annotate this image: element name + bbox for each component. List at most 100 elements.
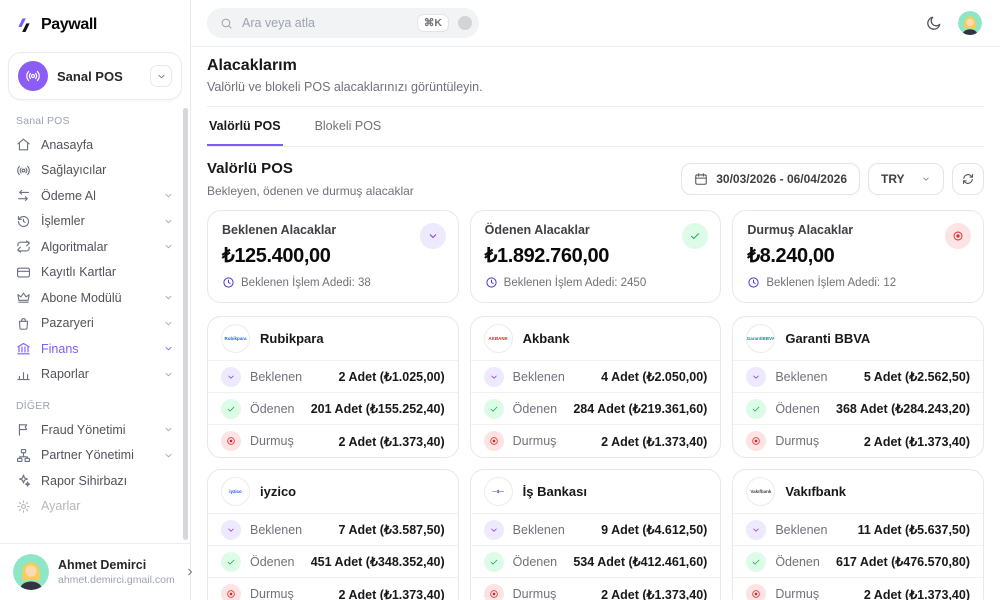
bank-row-ödenen: Ödenen 534 Adet (₺412.461,60) xyxy=(471,546,721,578)
bank-row-beklenen: Beklenen 4 Adet (₺2.050,00) xyxy=(471,361,721,393)
paywall-logo-icon xyxy=(14,15,34,35)
bank-row-durmuş: Durmuş 2 Adet (₺1.373,40) xyxy=(733,578,983,600)
bank-row-durmuş: Durmuş 2 Adet (₺1.373,40) xyxy=(733,425,983,457)
section-title: Valörlü POS xyxy=(207,160,414,177)
sidebar-item-kayıtlı-kartlar[interactable]: Kayıtlı Kartlar xyxy=(0,260,190,286)
row-value: 201 Adet (₺155.252,40) xyxy=(311,401,445,416)
check-icon xyxy=(484,552,504,572)
sidebar-section-label: Sanal POS xyxy=(0,102,190,132)
record-icon xyxy=(221,584,241,600)
repeat-icon xyxy=(16,239,31,254)
bank-name: Rubikpara xyxy=(260,331,324,346)
summary-card-durmuş-alacaklar: Durmuş Alacaklar ₺8.240,00 Beklenen İşle… xyxy=(732,210,984,303)
sidebar-item-label: Algoritmalar xyxy=(41,240,108,254)
chevron-down-icon xyxy=(163,216,174,227)
bank-logo: GarantiBBVA xyxy=(746,324,775,353)
chevron-down-icon xyxy=(420,223,446,249)
row-label: Ödenen xyxy=(775,402,819,416)
record-icon xyxy=(746,584,766,600)
bank-card-rubikpara: Rubikpara Rubikpara Beklenen 2 Adet (₺1.… xyxy=(207,316,459,458)
crown-icon xyxy=(16,290,31,305)
sidebar-item-ayarlar[interactable]: Ayarlar xyxy=(0,494,190,520)
sidebar-item-label: Abone Modülü xyxy=(41,291,122,305)
chevron-down-icon xyxy=(163,292,174,303)
bank-name: iyzico xyxy=(260,484,296,499)
record-icon xyxy=(221,431,241,451)
workspace-selector[interactable]: Sanal POS xyxy=(8,52,182,100)
summary-amount: ₺8.240,00 xyxy=(747,243,969,268)
row-value: 534 Adet (₺412.461,60) xyxy=(573,554,707,569)
bank-card-iyzico: iyzico iyzico Beklenen 7 Adet (₺3.587,50… xyxy=(207,469,459,600)
currency-select[interactable]: TRY xyxy=(868,163,944,195)
row-label: Beklenen xyxy=(250,523,302,537)
row-label: Ödenen xyxy=(250,402,294,416)
chevron-down-icon xyxy=(163,241,174,252)
sidebar-item-finans[interactable]: Finans xyxy=(0,336,190,362)
bank-row-ödenen: Ödenen 368 Adet (₺284.243,20) xyxy=(733,393,983,425)
sidebar-section-label: DİĞER xyxy=(0,387,190,417)
search-icon xyxy=(220,17,233,30)
chevron-right-icon xyxy=(184,566,196,578)
check-icon xyxy=(221,552,241,572)
sidebar-item-abone-modülü[interactable]: Abone Modülü xyxy=(0,285,190,311)
tab-valörlü-pos[interactable]: Valörlü POS xyxy=(207,107,283,146)
sparkles-icon xyxy=(16,473,31,488)
row-label: Durmuş xyxy=(775,587,819,600)
chevron-down-icon xyxy=(746,367,766,387)
bank-row-beklenen: Beklenen 5 Adet (₺2.562,50) xyxy=(733,361,983,393)
row-label: Ödenen xyxy=(250,555,294,569)
bank-card-garanti-bbva: GarantiBBVA Garanti BBVA Beklenen 5 Adet… xyxy=(732,316,984,458)
row-label: Ödenen xyxy=(513,555,557,569)
dark-mode-toggle[interactable] xyxy=(925,15,942,32)
summary-card-beklenen-alacaklar: Beklenen Alacaklar ₺125.400,00 Beklenen … xyxy=(207,210,459,303)
bank-logo: AKBANK xyxy=(484,324,513,353)
sidebar-item-sağlayıcılar[interactable]: Sağlayıcılar xyxy=(0,158,190,184)
chevron-down-icon[interactable] xyxy=(150,65,172,87)
topbar-avatar[interactable] xyxy=(958,11,982,35)
bank-logo: Rubikpara xyxy=(221,324,250,353)
row-label: Durmuş xyxy=(250,587,294,600)
check-icon xyxy=(746,552,766,572)
sidebar-item-i̇şlemler[interactable]: İşlemler xyxy=(0,209,190,235)
summary-label: Durmuş Alacaklar xyxy=(747,223,969,237)
summary-label: Beklenen Alacaklar xyxy=(222,223,444,237)
bank-row-beklenen: Beklenen 2 Adet (₺1.025,00) xyxy=(208,361,458,393)
refresh-button[interactable] xyxy=(952,163,984,195)
row-label: Ödenen xyxy=(513,402,557,416)
sidebar-item-ödeme-al[interactable]: Ödeme Al xyxy=(0,183,190,209)
summary-meta: Beklenen İşlem Adedi: 2450 xyxy=(504,277,647,289)
chevron-down-icon xyxy=(163,343,174,354)
bank-row-durmuş: Durmuş 2 Adet (₺1.373,40) xyxy=(208,578,458,600)
row-value: 2 Adet (₺1.373,40) xyxy=(864,587,970,600)
page-subtitle: Valörlü ve blokeli POS alacaklarınızı gö… xyxy=(207,80,984,94)
sidebar-item-raporlar[interactable]: Raporlar xyxy=(0,362,190,388)
calendar-icon xyxy=(694,172,708,186)
row-value: 2 Adet (₺1.373,40) xyxy=(864,434,970,449)
user-card[interactable]: Ahmet Demirci ahmet.demirci.gmail.com xyxy=(0,543,190,600)
sidebar-item-partner-yönetimi[interactable]: Partner Yönetimi xyxy=(0,443,190,469)
page-title: Alacaklarım xyxy=(207,57,984,75)
transfer-icon xyxy=(16,188,31,203)
sidebar-item-label: Raporlar xyxy=(41,367,89,381)
main-area: Ara veya atla ⌘K Alacaklarım xyxy=(191,0,1000,600)
tab-blokeli-pos[interactable]: Blokeli POS xyxy=(313,107,384,146)
row-value: 7 Adet (₺3.587,50) xyxy=(339,522,445,537)
shortcut-badge: ⌘K xyxy=(417,14,449,32)
bank-card-vakıfbank: Vakıfbank Vakıfbank Beklenen 11 Adet (₺5… xyxy=(732,469,984,600)
bag-icon xyxy=(16,316,31,331)
sidebar-scrollbar[interactable] xyxy=(183,108,188,540)
row-label: Beklenen xyxy=(775,523,827,537)
bank-row-beklenen: Beklenen 7 Adet (₺3.587,50) xyxy=(208,514,458,546)
sidebar-item-anasayfa[interactable]: Anasayfa xyxy=(0,132,190,158)
sidebar-item-pazaryeri[interactable]: Pazaryeri xyxy=(0,311,190,337)
section-header: Valörlü POS Bekleyen, ödenen ve durmuş a… xyxy=(207,160,984,198)
row-label: Beklenen xyxy=(513,370,565,384)
sidebar-item-label: Anasayfa xyxy=(41,138,93,152)
sidebar-item-fraud-yönetimi[interactable]: Fraud Yönetimi xyxy=(0,417,190,443)
search-input[interactable]: Ara veya atla ⌘K xyxy=(207,8,479,38)
date-range-picker[interactable]: 30/03/2026 - 06/04/2026 xyxy=(681,163,860,195)
sidebar-item-rapor-sihirbazı[interactable]: Rapor Sihirbazı xyxy=(0,468,190,494)
row-label: Beklenen xyxy=(775,370,827,384)
bank-row-ödenen: Ödenen 284 Adet (₺219.361,60) xyxy=(471,393,721,425)
sidebar-item-algoritmalar[interactable]: Algoritmalar xyxy=(0,234,190,260)
